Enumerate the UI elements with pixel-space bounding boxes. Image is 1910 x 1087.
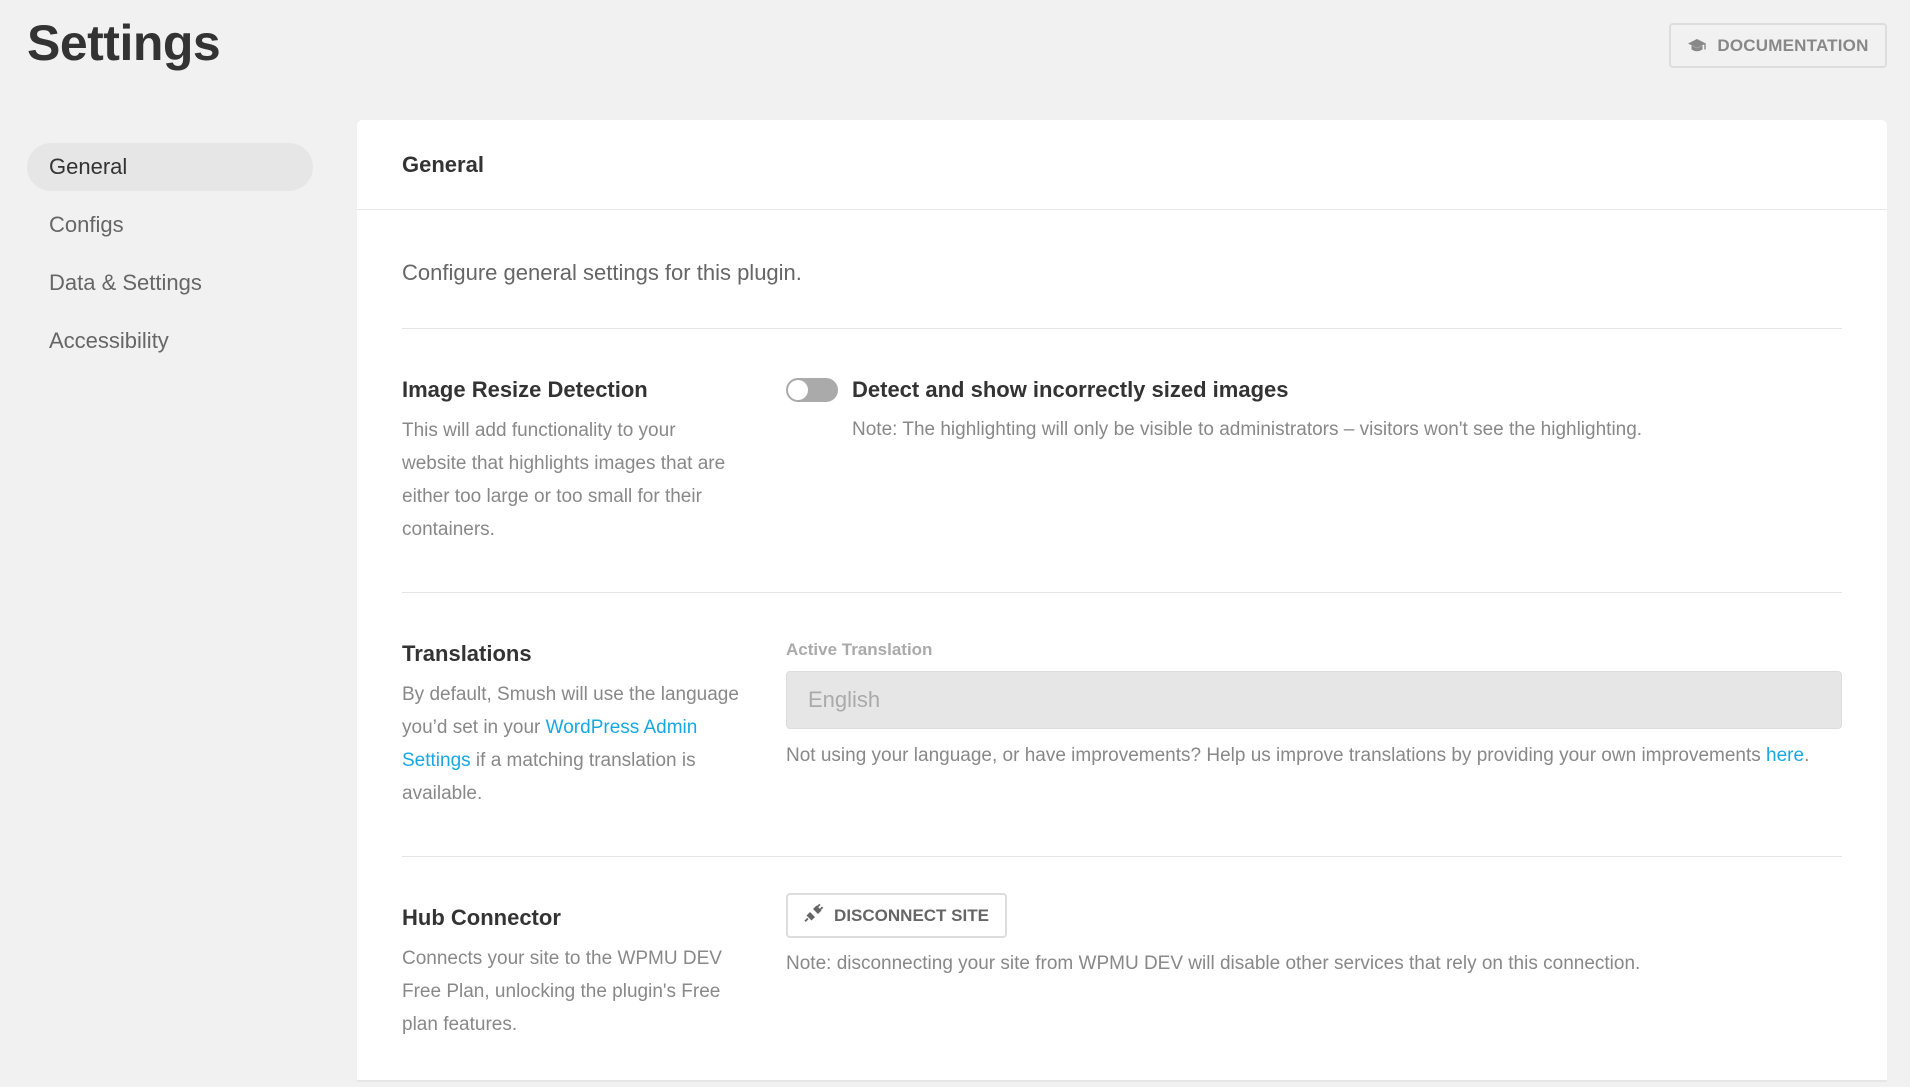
disconnect-site-button[interactable]: DISCONNECT SITE [786,893,1007,938]
hub-connector-content: DISCONNECT SITE Note: disconnecting your… [786,893,1842,1041]
documentation-button[interactable]: DOCUMENTATION [1669,23,1887,68]
academic-cap-icon [1687,38,1707,54]
translations-here-link[interactable]: here [1766,745,1804,766]
settings-panel: General Configure general settings for t… [357,120,1887,1080]
sidebar-item-data-settings[interactable]: Data & Settings [27,259,313,307]
sidebar-item-configs[interactable]: Configs [27,201,313,249]
active-translation-label: Active Translation [786,640,933,659]
hub-connector-label-column: Hub Connector Connects your site to the … [402,903,786,1041]
translations-help-end: . [1804,745,1810,766]
hub-connector-row: Hub Connector Connects your site to the … [402,857,1842,1087]
toggle-knob [788,380,808,400]
image-resize-toggle[interactable] [786,378,838,402]
hub-connector-description: Connects your site to the WPMU DEV Free … [402,948,722,1035]
translations-help-text: Not using your language, or have improve… [786,741,1842,771]
image-resize-title: Image Resize Detection [402,377,648,402]
translations-label-column: Translations By default, Smush will use … [402,639,786,810]
sidebar-item-label: Configs [49,212,124,237]
image-resize-content: Detect and show incorrectly sized images… [786,375,1842,546]
sidebar-item-label: Accessibility [49,328,169,353]
image-resize-toggle-label[interactable]: Detect and show incorrectly sized images [852,377,1288,403]
translations-title: Translations [402,641,532,666]
panel-title: General [402,151,484,177]
disconnect-site-label: DISCONNECT SITE [834,905,989,925]
image-resize-toggle-line: Detect and show incorrectly sized images [786,375,1842,405]
translations-description: By default, Smush will use the language … [402,678,742,810]
image-resize-description: This will add functionality to your webs… [402,420,726,540]
hub-connector-title: Hub Connector [402,905,561,930]
translations-help-start: Not using your language, or have improve… [786,745,1767,766]
sidebar-item-label: General [49,154,128,179]
hub-connector-note: Note: disconnecting your site from WPMU … [786,953,1641,974]
unplug-icon [804,903,824,928]
translations-row: Translations By default, Smush will use … [402,593,1842,857]
image-resize-note: Note: The highlighting will only be visi… [852,419,1643,440]
panel-body: Configure general settings for this plug… [357,210,1887,1087]
sidebar-item-label: Data & Settings [49,270,202,295]
image-resize-label-column: Image Resize Detection This will add fun… [402,375,786,546]
active-translation-value: English [808,687,881,712]
sidebar: General Configs Data & Settings Accessib… [27,143,313,375]
translations-content: Active Translation English Not using you… [786,639,1842,810]
active-translation-select[interactable]: English [786,671,1842,729]
panel-header: General [357,120,1887,210]
panel-intro: Configure general settings for this plug… [402,210,1842,329]
image-resize-row: Image Resize Detection This will add fun… [402,329,1842,593]
sidebar-item-general[interactable]: General [27,143,313,191]
page-title: Settings [27,15,221,71]
sidebar-item-accessibility[interactable]: Accessibility [27,317,313,365]
documentation-label: DOCUMENTATION [1717,35,1869,55]
